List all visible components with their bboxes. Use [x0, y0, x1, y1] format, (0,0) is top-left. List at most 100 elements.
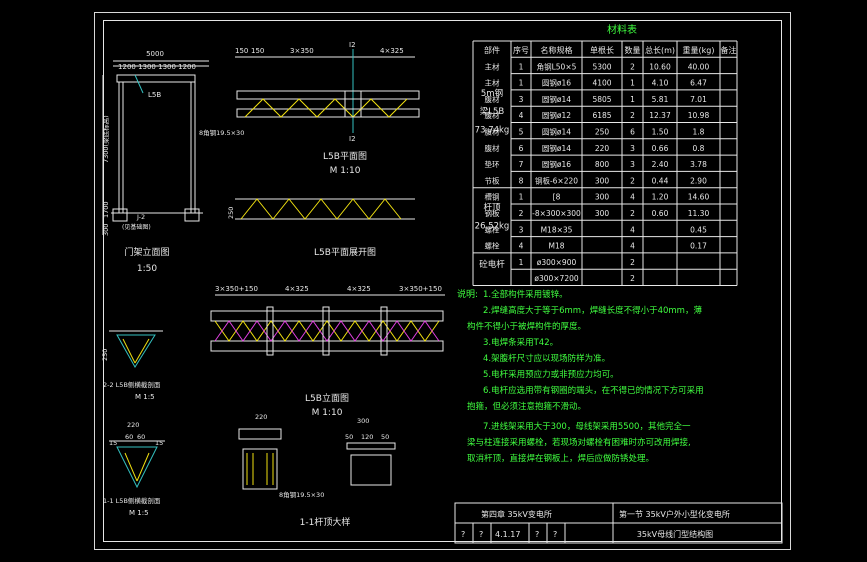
- gantry-j2-label: J-2: [136, 213, 145, 221]
- sec22-scale: M 1:5: [135, 393, 155, 401]
- table-cell: 10.60: [649, 62, 671, 71]
- table-header: 重量(kg): [683, 45, 715, 55]
- table-cell: 4: [630, 193, 635, 202]
- table-cell: 11.30: [688, 209, 710, 218]
- sec11-dim-60a: 60: [125, 433, 133, 441]
- title-drawing-name: 35kV母线门型结构图: [637, 529, 713, 539]
- title-code: 4.1.17: [495, 530, 520, 539]
- table-cell: 钢板-6×220: [535, 175, 578, 185]
- l5b-unfold: 250 L5B平面展开图: [227, 198, 415, 258]
- table-cell: 7.01: [690, 95, 707, 104]
- material-table: 材料表 部件 序号 名称规格 单根长 数量 总长(m) 重量(kg) 备注主材 1 角钢L50×5…: [472, 23, 738, 286]
- notes-label: 说明:: [457, 288, 478, 300]
- table-cell: 6.47: [690, 79, 707, 88]
- sec22-dim-250: 250: [101, 349, 109, 361]
- table-cell: 2: [630, 209, 635, 218]
- gantry-elevation: 5000 1200 1300 1300 1200 L5B 7300(梁底标高) …: [101, 50, 209, 274]
- table-cell: 4: [630, 225, 635, 234]
- table-cell: 4: [519, 111, 524, 120]
- elev-dim-4: 3×350+150: [399, 285, 442, 293]
- note-line: 抱箍，但必须注意抱箍不滑动。: [467, 401, 586, 412]
- top-dim-120: 120: [361, 433, 373, 441]
- top-dim-220: 220: [255, 413, 267, 421]
- note-line: 6.电杆应选用带有钢圈的端头，在不得已的情况下方可采用: [483, 385, 704, 396]
- table-cell: 2: [630, 258, 635, 267]
- top-dim-50a: 50: [345, 433, 353, 441]
- table-cell: 3: [630, 144, 635, 153]
- top-dim-300: 300: [357, 417, 369, 425]
- table-cell: 3: [630, 160, 635, 169]
- table-header: 部件: [484, 45, 500, 55]
- table-cell: -8×300×300: [532, 209, 581, 218]
- table-cell: 主材: [485, 78, 500, 88]
- title-chapter: 第四章 35kV变电所: [481, 509, 552, 519]
- table-cell: 5: [519, 128, 524, 137]
- title-q1: ?: [461, 530, 465, 539]
- elev-scale: M 1:10: [312, 408, 343, 418]
- table-header: 总长(m): [645, 45, 675, 55]
- sec11-scale: M 1:5: [129, 509, 149, 517]
- table-cell: 6: [630, 128, 635, 137]
- table-cell: 槽钢: [485, 192, 500, 202]
- table-cell: 7: [519, 160, 524, 169]
- gantry-scale: 1:50: [137, 264, 157, 274]
- table-cell: 2: [519, 209, 524, 218]
- table-cell: 3.78: [690, 160, 707, 169]
- table-cell: ø300×900: [537, 258, 577, 267]
- table-cell: 节板: [485, 175, 500, 185]
- plan-dim-2: 150: [251, 47, 264, 55]
- table-header: 数量: [625, 45, 641, 55]
- sec11-dim-220: 220: [127, 421, 139, 429]
- plan-note: 8角钢19.5×30: [199, 128, 244, 137]
- group-label: 5m钢: [481, 88, 503, 99]
- notes: 说明: 1.全部构件采用镀锌。 2.焊缝高度大于等于6mm，焊缝长度不得小于40m…: [457, 288, 704, 464]
- gantry-base-dim: 1700: [102, 201, 110, 218]
- gantry-beam-label: L5B: [148, 91, 161, 99]
- table-cell: 0.17: [690, 242, 707, 251]
- table-cell: 1.8: [693, 128, 705, 137]
- note-line: 构件不得小于被焊构件的厚度。: [467, 321, 586, 332]
- table-cell: 14.60: [688, 193, 710, 202]
- note-line: 7.进线架采用大于300，母线架采用5500，其他完全一: [483, 421, 691, 432]
- top-dim-50b: 50: [381, 433, 389, 441]
- group-label: 73.74kg: [475, 126, 510, 136]
- table-cell: 2: [630, 274, 635, 283]
- table-cell: 4: [519, 242, 524, 251]
- table-cell: 250: [595, 128, 610, 137]
- table-cell: 12.37: [649, 111, 671, 120]
- table-cell: 4.10: [652, 79, 669, 88]
- table-cell: 3: [519, 95, 524, 104]
- section-2-2: 250 2-2 L5B侧横截剖面 M 1:5: [101, 330, 163, 401]
- table-cell: 4100: [592, 79, 611, 88]
- table-cell: 1: [630, 95, 635, 104]
- title-q3: ?: [535, 530, 539, 539]
- table-cell: 圆钢ø14: [542, 94, 571, 104]
- plan-dim-4: 4×325: [380, 47, 404, 55]
- section-1-1: 220 60 60 15 15 1-1 L5B侧横截剖面 M 1:5: [103, 421, 165, 517]
- table-cell: 2.90: [690, 176, 707, 185]
- table-cell: 螺栓: [485, 241, 500, 251]
- table-cell: 6185: [592, 111, 611, 120]
- table-cell: [8: [553, 193, 561, 202]
- note-line: 2.焊缝高度大于等于6mm，焊缝长度不得小于40mm，薄: [483, 305, 702, 316]
- note-line: 取消杆顶，直接焊在钢板上，焊后应做防锈处理。: [467, 453, 654, 464]
- gantry-spans-dim: 1200 1300 1300 1200: [118, 63, 196, 71]
- table-cell: ø300×7200: [534, 274, 579, 283]
- gantry-height-dim: 7300(梁底标高): [101, 115, 110, 163]
- note-line: 梁与柱连接采用螺栓，若现场对螺栓有困难时亦可改用焊接,: [467, 437, 691, 448]
- table-header: 序号: [513, 45, 529, 55]
- elev-dim-1: 3×350+150: [215, 285, 258, 293]
- table-header: 单根长: [590, 45, 614, 55]
- top-note: 8角钢19.5×30: [279, 490, 324, 499]
- table-cell: 1: [519, 258, 524, 267]
- table-cell: 300: [595, 193, 610, 202]
- table-cell: 220: [595, 144, 610, 153]
- table-cell: 5805: [592, 95, 611, 104]
- title-q2: ?: [479, 530, 483, 539]
- plan-section-mark-bottom: I2: [349, 135, 356, 143]
- l5b-plan: 150 150 3×350 4×325 I2 I2 8角钢19.5×30 L5B…: [199, 41, 420, 176]
- gantry-width-dim: 5000: [146, 50, 164, 58]
- top-title: 1-1杆顶大样: [300, 516, 351, 528]
- material-table-title: 材料表: [607, 23, 637, 36]
- table-cell: 1: [519, 79, 524, 88]
